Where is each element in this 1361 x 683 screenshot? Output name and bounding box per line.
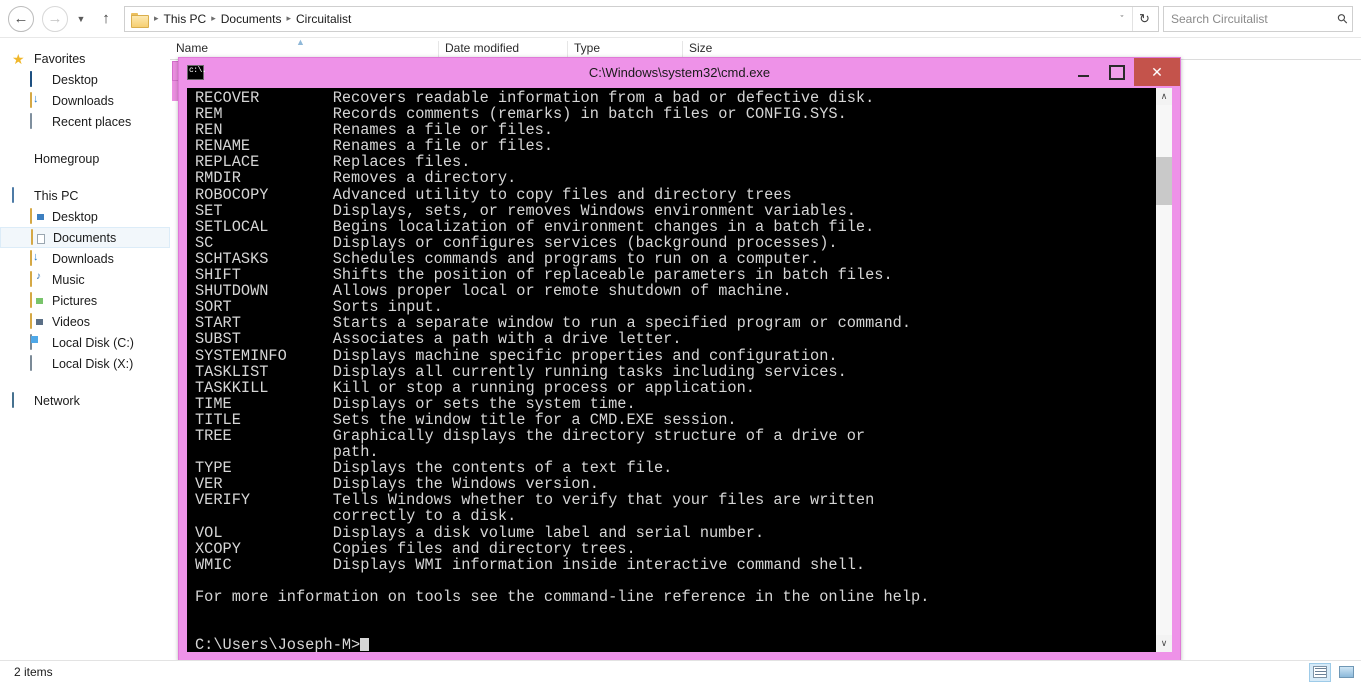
- sidebar-item-label: Pictures: [52, 293, 98, 308]
- minimize-icon[interactable]: [1066, 58, 1100, 86]
- sidebar-item-label: Homegroup: [34, 151, 100, 166]
- sidebar-item-label: Network: [34, 393, 80, 408]
- status-bar: 2 items: [0, 660, 1361, 683]
- sidebar-item-label: Local Disk (C:): [52, 335, 134, 350]
- cmd-window[interactable]: C:\Windows\system32\cmd.exe ✕ RECOVER Re…: [178, 57, 1181, 661]
- sidebar-item-network[interactable]: Network: [0, 390, 170, 411]
- breadcrumb-separator: ▸: [154, 13, 159, 23]
- sidebar-item-desktop-pc[interactable]: Desktop: [0, 206, 170, 227]
- pictures-folder-icon: [30, 291, 46, 309]
- downloads-folder-icon: [30, 249, 46, 267]
- scroll-down-icon[interactable]: ∨: [1155, 635, 1172, 652]
- music-folder-icon: [30, 270, 46, 288]
- sidebar-item-local-disk-x[interactable]: Local Disk (X:): [0, 353, 170, 374]
- refresh-icon[interactable]: ↻: [1132, 6, 1156, 31]
- sidebar-item-label: Documents: [53, 230, 117, 245]
- sidebar-item-favorites[interactable]: ★ Favorites: [0, 48, 170, 69]
- sidebar-item-local-disk-c[interactable]: Local Disk (C:): [0, 332, 170, 353]
- sidebar-item-documents[interactable]: Documents: [0, 227, 170, 248]
- sidebar-item-label: Favorites: [34, 51, 86, 66]
- cmd-cursor: [360, 638, 370, 652]
- scrollbar-thumb[interactable]: [1155, 157, 1172, 205]
- sidebar-item-label: Desktop: [52, 72, 98, 87]
- scroll-up-icon[interactable]: ∧: [1155, 88, 1172, 105]
- sidebar-item-homegroup[interactable]: Homegroup: [0, 148, 170, 169]
- address-bar[interactable]: ▸ This PC ▸ Documents ▸ Circuitalist ˇ ↻: [124, 5, 1159, 32]
- up-arrow-icon[interactable]: ↑: [94, 6, 118, 32]
- forward-arrow-icon[interactable]: →: [42, 5, 68, 32]
- cmd-console-body[interactable]: RECOVER Recovers readable information fr…: [187, 88, 1172, 652]
- recent-places-icon: [30, 112, 46, 130]
- scrollbar-track[interactable]: [1155, 105, 1172, 635]
- sidebar-item-label: Music: [52, 272, 85, 287]
- computer-icon: [12, 186, 28, 204]
- item-count-label: 2 items: [14, 665, 53, 679]
- maximize-icon[interactable]: [1100, 58, 1134, 86]
- sidebar-item-label: Desktop: [52, 209, 98, 224]
- breadcrumb-separator: ▸: [286, 13, 291, 23]
- sidebar-item-label: Downloads: [52, 251, 114, 266]
- downloads-folder-icon: [30, 91, 46, 109]
- large-icons-view-icon[interactable]: [1335, 663, 1357, 682]
- chevron-down-icon[interactable]: ▼: [70, 6, 92, 32]
- cmd-scrollbar[interactable]: ∧ ∨: [1155, 88, 1172, 652]
- desktop-folder-icon: [30, 207, 46, 225]
- breadcrumb-circuitalist[interactable]: Circuitalist: [293, 12, 354, 26]
- navigation-pane: ★ Favorites Desktop Downloads Recent pla…: [0, 39, 170, 660]
- search-placeholder: Search Circuitalist: [1171, 11, 1268, 26]
- details-view-icon[interactable]: [1309, 662, 1331, 682]
- cmd-help-text: RECOVER Recovers readable information fr…: [195, 89, 930, 606]
- windows-disk-icon: [30, 333, 46, 351]
- search-input[interactable]: Search Circuitalist ⚲: [1163, 5, 1353, 32]
- screen: ← → ▼ ↑ ▸ This PC ▸ Documents ▸ Circuita…: [0, 0, 1361, 683]
- close-icon[interactable]: ✕: [1134, 58, 1180, 86]
- monitor-icon: [30, 70, 46, 88]
- folder-icon: [131, 12, 149, 28]
- star-icon: ★: [12, 50, 25, 67]
- sidebar-item-videos[interactable]: Videos: [0, 311, 170, 332]
- explorer-toolbar: ← → ▼ ↑ ▸ This PC ▸ Documents ▸ Circuita…: [0, 0, 1361, 38]
- cmd-console-output[interactable]: RECOVER Recovers readable information fr…: [187, 88, 1155, 652]
- sidebar-item-label: Videos: [52, 314, 90, 329]
- sort-ascending-icon: ▲: [296, 37, 305, 47]
- address-dropdown-icon[interactable]: ˇ: [1112, 7, 1132, 31]
- breadcrumb-separator: ▸: [211, 13, 216, 23]
- homegroup-icon: [12, 151, 28, 167]
- sidebar-item-desktop[interactable]: Desktop: [0, 69, 170, 90]
- cmd-console-icon[interactable]: [187, 64, 206, 80]
- sidebar-item-recent-places[interactable]: Recent places: [0, 111, 170, 132]
- cmd-prompt: C:\Users\Joseph-M>: [195, 636, 361, 652]
- documents-folder-icon: [31, 228, 47, 246]
- window-controls: ✕: [1066, 58, 1180, 86]
- sidebar-item-downloads-pc[interactable]: Downloads: [0, 248, 170, 269]
- back-arrow-icon[interactable]: ←: [8, 5, 34, 32]
- sidebar-item-music[interactable]: Music: [0, 269, 170, 290]
- sidebar-item-this-pc[interactable]: This PC: [0, 185, 170, 206]
- cmd-window-title: C:\Windows\system32\cmd.exe: [588, 64, 771, 80]
- breadcrumb-documents[interactable]: Documents: [218, 12, 285, 26]
- videos-folder-icon: [30, 312, 46, 330]
- sidebar-item-label: Recent places: [52, 114, 132, 129]
- sidebar-item-pictures[interactable]: Pictures: [0, 290, 170, 311]
- sidebar-item-label: Local Disk (X:): [52, 356, 134, 371]
- cmd-title-bar[interactable]: C:\Windows\system32\cmd.exe ✕: [179, 58, 1180, 86]
- breadcrumb-this-pc[interactable]: This PC: [161, 12, 210, 26]
- network-icon: [12, 391, 28, 409]
- sidebar-item-label: Downloads: [52, 93, 114, 108]
- sidebar-item-downloads[interactable]: Downloads: [0, 90, 170, 111]
- sidebar-item-label: This PC: [34, 188, 79, 203]
- disk-drive-icon: [30, 354, 46, 372]
